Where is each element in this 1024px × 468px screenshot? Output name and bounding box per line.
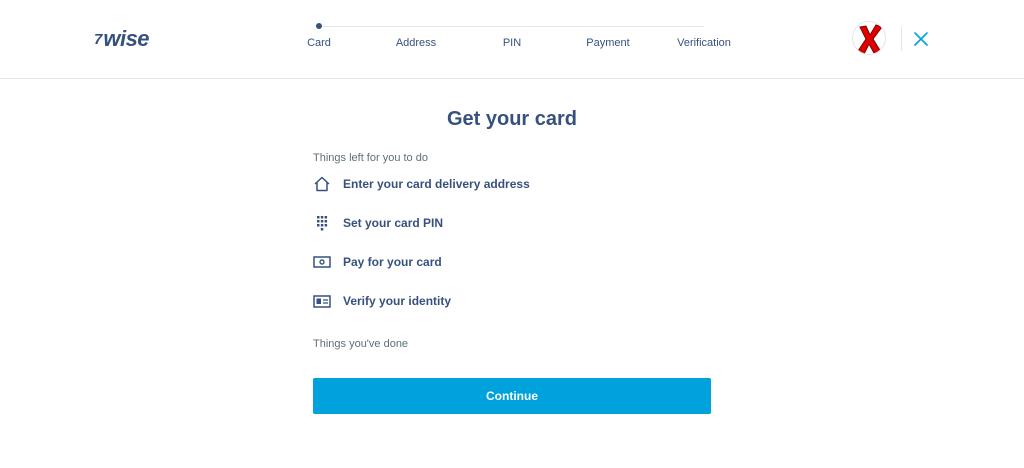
todo-item-verify[interactable]: Verify your identity [313, 291, 451, 311]
banknote-icon [313, 253, 331, 271]
todo-item-address[interactable]: Enter your card delivery address [313, 174, 530, 194]
avatar[interactable] [852, 21, 886, 55]
step-verification: Verification [677, 37, 731, 49]
todo-item-pin[interactable]: Set your card PIN [313, 213, 443, 233]
top-header: 7 wise Card Address PIN Payment Verifica… [0, 0, 1024, 79]
red-x-mark-icon [857, 24, 883, 54]
stepper-track [319, 26, 704, 27]
page-title: Get your card [446, 108, 578, 130]
step-pin: PIN [502, 37, 522, 49]
todo-item-payment[interactable]: Pay for your card [313, 252, 442, 272]
todo-item-label: Pay for your card [343, 255, 442, 269]
todo-item-label: Verify your identity [343, 294, 452, 308]
todo-heading: Things left for you to do [313, 152, 428, 164]
close-button[interactable] [910, 28, 932, 50]
step-payment: Payment [586, 37, 630, 49]
close-icon [914, 32, 928, 46]
step-card: Card [307, 37, 331, 49]
stepper-current-dot [316, 23, 322, 29]
step-address: Address [395, 37, 437, 49]
continue-button[interactable]: Continue [313, 378, 711, 414]
home-icon [313, 175, 331, 193]
todo-item-label: Enter your card delivery address [343, 177, 530, 191]
done-heading: Things you've done [313, 338, 409, 350]
todo-item-label: Set your card PIN [343, 216, 444, 230]
id-card-icon [313, 292, 331, 310]
keypad-icon [313, 214, 331, 232]
header-divider [901, 27, 902, 51]
